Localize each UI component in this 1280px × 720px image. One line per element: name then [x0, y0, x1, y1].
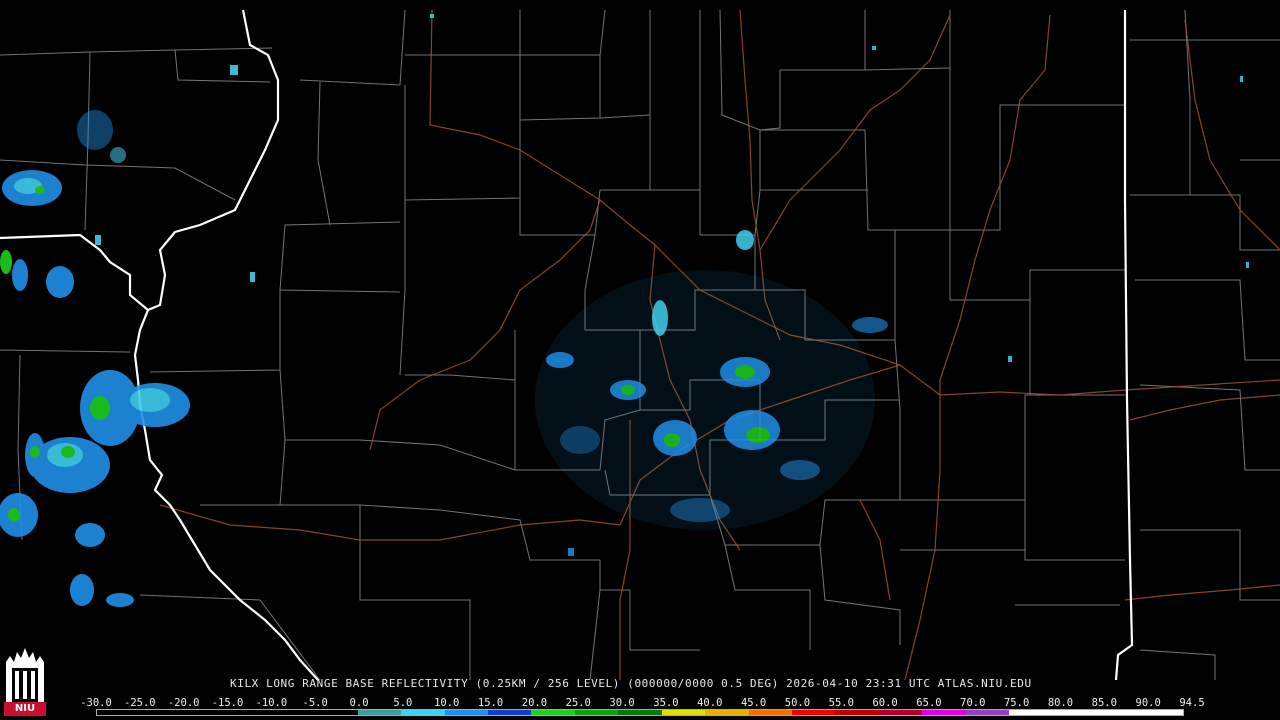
scale-label: 45.0	[740, 697, 767, 709]
scale-label: 80.0	[1047, 697, 1074, 709]
radar-echoes	[0, 14, 1249, 607]
colorbar-segment	[1052, 710, 1097, 715]
scale-label: 5.0	[393, 697, 413, 709]
colorbar-segment	[661, 710, 706, 715]
colorbar-segment	[227, 710, 271, 715]
colorbar-segment	[878, 710, 923, 715]
scale-label: 90.0	[1135, 697, 1161, 709]
colorbar-segment	[531, 710, 575, 715]
product-caption: KILX LONG RANGE BASE REFLECTIVITY (0.25K…	[230, 677, 1032, 690]
scale-label: 25.0	[565, 697, 591, 709]
colorbar-segment	[444, 710, 488, 715]
scale-label: -15.0	[211, 697, 244, 709]
colorbar-segment	[314, 710, 358, 715]
colorbar-segment	[705, 710, 749, 715]
scale-label: 75.0	[1003, 697, 1030, 709]
scale-label: 94.5	[1179, 697, 1205, 709]
colorbar-segment	[487, 710, 532, 715]
scale-label: 85.0	[1091, 697, 1117, 709]
colorbar-segment	[835, 710, 879, 715]
scale-label: 10.0	[434, 697, 460, 709]
scale-label: 30.0	[609, 697, 635, 709]
scale-label: -25.0	[124, 697, 156, 709]
scale-label: -30.0	[80, 697, 112, 709]
colorbar-segment	[618, 710, 662, 715]
scale-label: 50.0	[784, 697, 811, 709]
colorbar-segment	[748, 710, 792, 715]
logo-text: NIU	[14, 703, 36, 714]
scale-label: 40.0	[697, 697, 723, 709]
colorbar-segment	[574, 710, 619, 715]
radar-map	[0, 9, 1280, 681]
colorbar-segment	[1009, 710, 1053, 715]
scale-label: 65.0	[916, 697, 942, 709]
colorbar-segment	[140, 710, 184, 715]
scale-label: -20.0	[167, 697, 200, 709]
colorbar-segment	[401, 710, 445, 715]
colorbar-segment	[97, 710, 141, 715]
colorbar-segment	[357, 710, 402, 715]
colorbar-segment	[792, 710, 836, 715]
reflectivity-colorbar	[96, 709, 1184, 716]
scale-label: 20.0	[521, 697, 548, 709]
scale-label: -10.0	[255, 697, 288, 709]
colorbar-segment	[922, 710, 966, 715]
scale-label: -5.0	[302, 697, 328, 709]
colorbar-segment	[1139, 710, 1183, 715]
scale-label: 15.0	[477, 697, 504, 709]
scale-label: 0.0	[349, 697, 369, 709]
colorbar-segment	[270, 710, 315, 715]
scale-label: 55.0	[828, 697, 854, 709]
scale-label: 35.0	[653, 697, 679, 709]
scale-label: 70.0	[960, 697, 986, 709]
colorbar-segment	[183, 710, 228, 715]
colorbar-segment	[1096, 710, 1140, 715]
colorbar-segment	[965, 710, 1010, 715]
scale-label: 60.0	[872, 697, 898, 709]
reflectivity-scale-labels: -30.0 -25.0 -20.0 -15.0 -10.0 -5.0 0.0 5.0 10.0 1…	[80, 697, 1204, 709]
